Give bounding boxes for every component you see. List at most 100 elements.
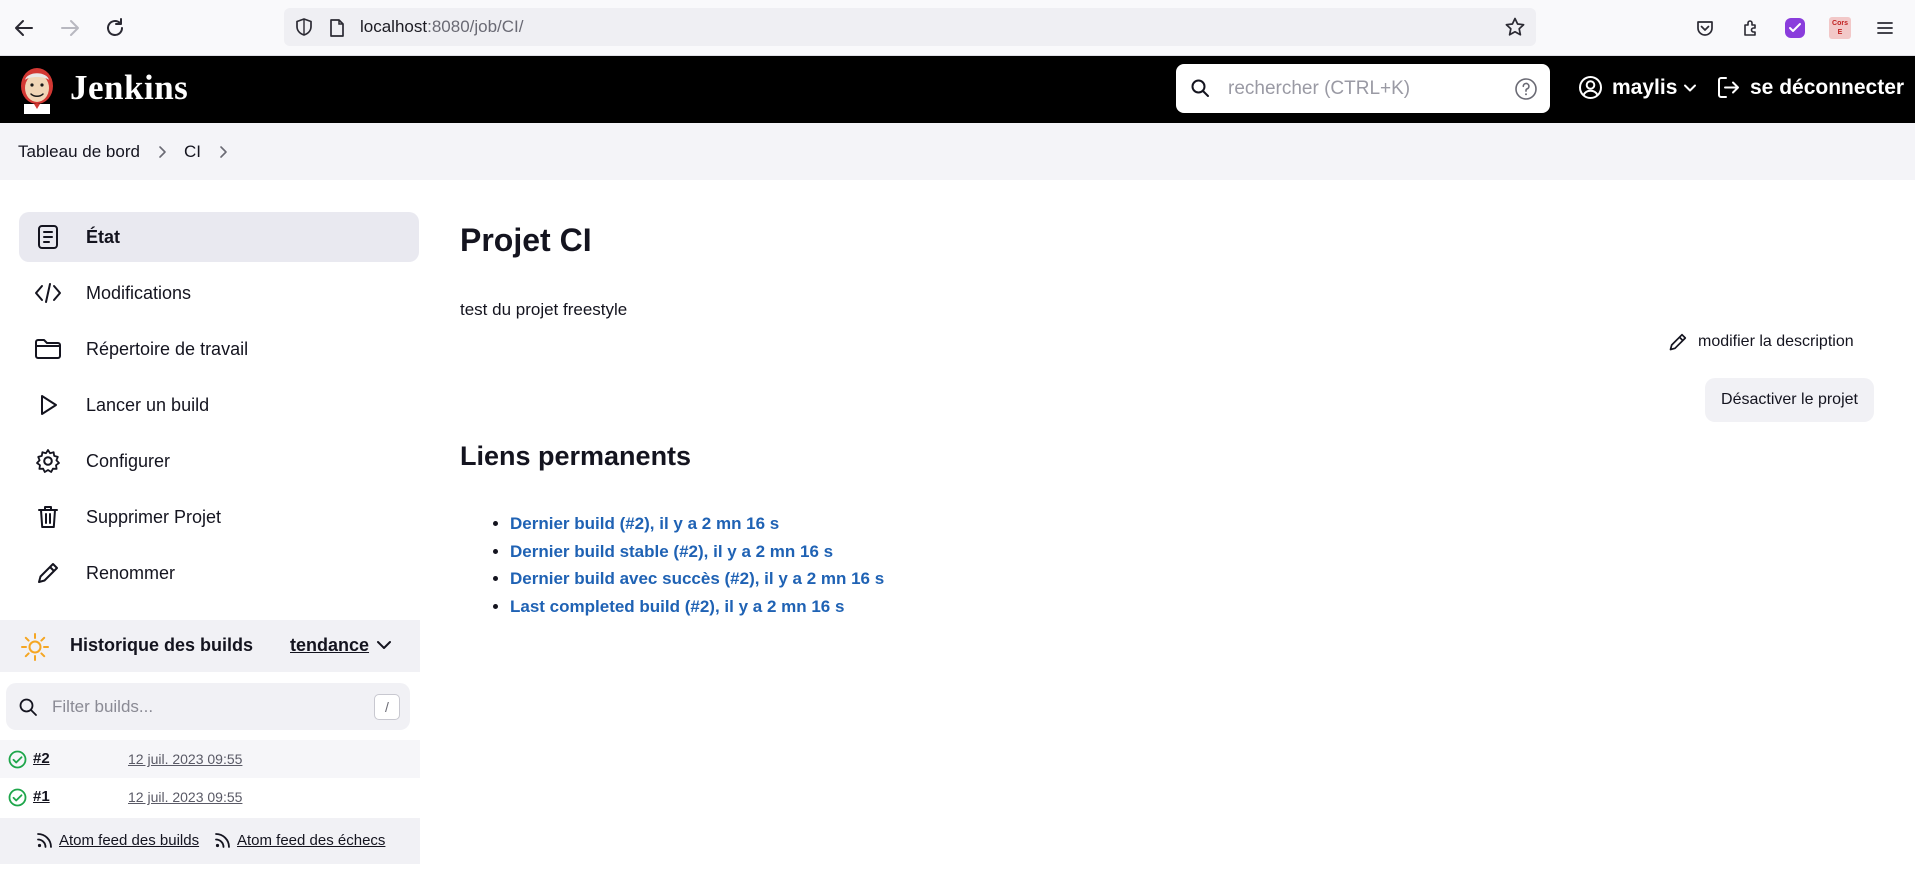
extension-heart-icon — [1784, 17, 1806, 39]
puzzle-icon — [1741, 18, 1761, 38]
permalink-last-successful-build[interactable]: Dernier build avec succès (#2), il y a 2… — [510, 569, 884, 588]
url-host: localhost — [360, 17, 428, 36]
list-item: Dernier build avec succès (#2), il y a 2… — [510, 565, 884, 593]
build-row[interactable]: #1 12 juil. 2023 09:55 — [0, 778, 420, 816]
breadcrumb-ci[interactable]: CI — [184, 142, 201, 162]
permalinks-title: Liens permanents — [460, 441, 692, 471]
folder-icon — [34, 335, 62, 363]
search-box — [1176, 64, 1550, 113]
forward-arrow-icon — [59, 17, 81, 39]
forward-button[interactable] — [56, 14, 84, 42]
back-arrow-icon — [13, 17, 35, 39]
back-button[interactable] — [10, 14, 38, 42]
chevron-down-icon[interactable] — [376, 638, 392, 652]
task-label: Modifications — [86, 282, 192, 303]
build-date-link[interactable]: 12 juil. 2023 09:55 — [128, 789, 242, 805]
task-label: Renommer — [86, 562, 176, 583]
reload-button[interactable] — [101, 14, 129, 42]
edit-description-link[interactable]: modifier la description — [1668, 332, 1854, 352]
task-label: Configurer — [86, 450, 171, 471]
help-icon[interactable] — [1514, 77, 1538, 101]
build-date-link[interactable]: 12 juil. 2023 09:55 — [128, 751, 242, 767]
shield-icon[interactable] — [294, 17, 314, 37]
edit-description-label: modifier la description — [1698, 333, 1854, 350]
task-label: Lancer un build — [86, 394, 210, 415]
permalink-last-build[interactable]: Dernier build (#2), il y a 2 mn 16 s — [510, 514, 779, 533]
cors-extension-button[interactable]: Cors E — [1826, 14, 1854, 42]
build-feeds: Atom feed des builds Atom feed des échec… — [0, 818, 420, 864]
url-text[interactable]: localhost:8080/job/CI/ — [360, 17, 524, 37]
build-history-title: Historique des builds — [70, 635, 254, 655]
chevron-right-icon[interactable] — [156, 145, 168, 159]
page-info-icon[interactable] — [328, 18, 346, 38]
pencil-icon — [1668, 332, 1688, 352]
success-icon — [8, 750, 27, 769]
sun-icon — [20, 632, 50, 662]
logout-icon — [1716, 75, 1741, 100]
search-icon — [18, 697, 38, 717]
search-input[interactable] — [1228, 74, 1498, 104]
success-icon — [8, 788, 27, 807]
project-description: test du projet freestyle — [460, 300, 628, 319]
build-filter: / — [6, 683, 410, 730]
page-title: Projet CI — [460, 222, 592, 258]
bookmark-star-icon[interactable] — [1504, 16, 1526, 38]
extensions-button[interactable] — [1737, 14, 1765, 42]
feed-failures-link[interactable]: Atom feed des échecs — [214, 831, 385, 849]
feed-all-link[interactable]: Atom feed des builds — [36, 831, 199, 849]
code-icon — [34, 279, 62, 307]
list-item: Dernier build (#2), il y a 2 mn 16 s — [510, 510, 884, 538]
build-history-header: Historique des builds tendance — [0, 620, 420, 672]
url-path: :8080/job/CI/ — [427, 17, 524, 36]
app-menu-button[interactable] — [1871, 14, 1899, 42]
jenkins-header: Jenkins maylis se déconnecter — [0, 56, 1915, 123]
breadcrumb-dashboard[interactable]: Tableau de bord — [18, 142, 140, 162]
pocket-icon — [1695, 18, 1715, 38]
chevron-right-icon[interactable] — [217, 145, 229, 159]
cors-badge: Cors E — [1829, 17, 1851, 39]
list-item: Dernier build stable (#2), il y a 2 mn 1… — [510, 538, 884, 566]
task-label: État — [86, 226, 121, 247]
feed-failures-label: Atom feed des échecs — [237, 831, 386, 849]
rss-icon — [36, 831, 54, 849]
build-row[interactable]: #2 12 juil. 2023 09:55 — [0, 740, 420, 778]
task-build-now[interactable]: Lancer un build — [19, 380, 419, 430]
trend-link[interactable]: tendance — [290, 635, 369, 656]
gear-icon — [34, 447, 62, 475]
url-bar[interactable]: localhost:8080/job/CI/ — [284, 8, 1536, 46]
list-item: Last completed build (#2), il y a 2 mn 1… — [510, 593, 884, 621]
task-delete-project[interactable]: Supprimer Projet — [19, 492, 419, 542]
pocket-button[interactable] — [1691, 14, 1719, 42]
task-workspace[interactable]: Répertoire de travail — [19, 324, 419, 374]
reload-icon — [104, 17, 126, 39]
build-number-link[interactable]: #2 — [33, 750, 50, 767]
logout-link[interactable]: se déconnecter — [1716, 75, 1904, 100]
logout-label: se déconnecter — [1750, 75, 1905, 99]
disable-project-button[interactable]: Désactiver le projet — [1705, 378, 1874, 422]
task-configure[interactable]: Configurer — [19, 436, 419, 486]
jenkins-brand[interactable]: Jenkins — [70, 68, 188, 108]
jenkins-logo-icon[interactable] — [16, 64, 58, 114]
chevron-down-icon — [1683, 81, 1697, 95]
permalink-last-stable-build[interactable]: Dernier build stable (#2), il y a 2 mn 1… — [510, 542, 833, 561]
search-icon — [1190, 78, 1210, 98]
status-icon — [34, 223, 62, 251]
extension-purple-button[interactable] — [1781, 14, 1809, 42]
user-avatar-icon — [1578, 75, 1603, 100]
play-icon — [34, 391, 62, 419]
feed-all-label: Atom feed des builds — [59, 831, 200, 849]
task-status[interactable]: État — [19, 212, 419, 262]
task-changes[interactable]: Modifications — [19, 268, 419, 318]
user-name: maylis — [1612, 75, 1678, 99]
rss-icon — [214, 831, 232, 849]
permalink-last-completed-build[interactable]: Last completed build (#2), il y a 2 mn 1… — [510, 597, 844, 616]
build-filter-input[interactable] — [52, 694, 352, 720]
build-number-link[interactable]: #1 — [33, 788, 50, 805]
task-label: Répertoire de travail — [86, 338, 249, 359]
pencil-icon — [34, 559, 62, 587]
task-rename[interactable]: Renommer — [19, 548, 419, 598]
trash-icon — [34, 503, 62, 531]
user-menu[interactable]: maylis — [1578, 75, 1697, 100]
browser-toolbar: localhost:8080/job/CI/ Cors E — [0, 0, 1915, 56]
breadcrumb: Tableau de bord CI — [0, 123, 1915, 180]
